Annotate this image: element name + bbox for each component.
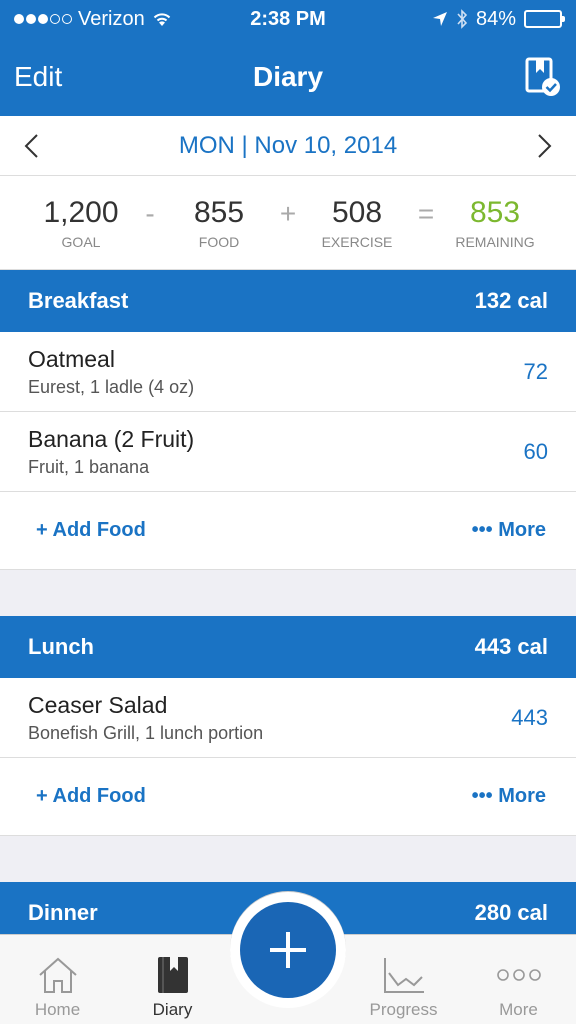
wifi-icon: [153, 13, 170, 26]
tab-more[interactable]: More: [461, 950, 576, 1024]
chevron-right-icon[interactable]: [534, 133, 554, 159]
exercise-value: 508: [331, 195, 383, 229]
food-label: FOOD: [198, 233, 240, 250]
dinner-cal: 280 cal: [474, 900, 548, 925]
breakfast-title: Breakfast: [28, 288, 129, 313]
food-entry[interactable]: Ceaser Salad Bonefish Grill, 1 lunch por…: [0, 678, 576, 758]
goal-value: 1,200: [43, 195, 119, 229]
food-name: Banana (2 Fruit): [28, 425, 195, 452]
edit-button[interactable]: Edit: [14, 61, 62, 93]
more-dots-icon: [496, 969, 541, 981]
remaining-label: REMAINING: [455, 233, 535, 250]
food-detail: Fruit, 1 banana: [28, 456, 150, 477]
tab-home-label: Home: [34, 1000, 81, 1019]
bluetooth-icon: [457, 9, 468, 29]
diary-book-icon: [157, 957, 188, 993]
food-name: Oatmeal: [28, 345, 115, 372]
tab-diary-label: Diary: [152, 1000, 193, 1019]
food-cal: 60: [523, 438, 548, 464]
equals-sign: =: [417, 197, 435, 229]
status-right: 84%: [432, 7, 565, 31]
food-value: 855: [193, 195, 245, 229]
food-entry[interactable]: Oatmeal Eurest, 1 ladle (4 oz) 72: [0, 332, 576, 412]
calorie-summary: 1,200 GOAL - 855 FOOD + 508 EXERCISE = 8…: [0, 176, 576, 270]
food-detail: Eurest, 1 ladle (4 oz): [28, 376, 195, 397]
food-detail: Bonefish Grill, 1 lunch portion: [28, 722, 264, 743]
lunch-header: Lunch 443 cal: [0, 616, 576, 678]
section-gap: [0, 570, 576, 616]
battery-percent: 84%: [475, 7, 516, 30]
breakfast-add-food-button[interactable]: + Add Food: [36, 519, 146, 542]
minus-sign: -: [145, 197, 155, 229]
lunch-add-food-button[interactable]: + Add Food: [36, 785, 146, 808]
date-label[interactable]: MON | Nov 10, 2014: [179, 132, 397, 160]
chevron-left-icon[interactable]: [22, 133, 42, 159]
quick-add-button[interactable]: [240, 902, 336, 998]
location-arrow-icon: [432, 12, 447, 26]
food-cal: 72: [523, 358, 548, 384]
progress-chart-icon: [383, 958, 424, 993]
food-cell: 855 FOOD: [164, 196, 274, 250]
lunch-more-button[interactable]: ••• More: [472, 785, 546, 808]
section-gap: [0, 836, 576, 882]
status-left: Verizon: [14, 8, 173, 31]
exercise-label: EXERCISE: [321, 233, 393, 250]
carrier-label: Verizon: [78, 7, 145, 30]
home-icon: [38, 957, 77, 993]
status-bar: Verizon 2:38 PM 84%: [0, 0, 576, 38]
remaining-value: 853: [469, 195, 521, 229]
plus-sign: +: [279, 197, 297, 229]
breakfast-more-button[interactable]: ••• More: [472, 519, 546, 542]
food-name: Ceaser Salad: [28, 691, 168, 718]
quick-add-wrap: [230, 892, 346, 1008]
plus-icon: [270, 932, 306, 968]
tab-more-label: More: [499, 1000, 538, 1019]
lunch-title: Lunch: [28, 634, 94, 659]
food-cal: 443: [511, 704, 548, 730]
exercise-cell: 508 EXERCISE: [302, 196, 412, 250]
tab-home[interactable]: Home: [0, 950, 115, 1024]
battery-icon: [524, 10, 565, 28]
diary-complete-icon[interactable]: [524, 57, 562, 97]
lunch-actions: + Add Food ••• More: [0, 758, 576, 836]
breakfast-actions: + Add Food ••• More: [0, 492, 576, 570]
lunch-cal: 443 cal: [474, 634, 548, 659]
top-bar: Verizon 2:38 PM 84% Edit Diary: [0, 0, 576, 116]
nav-bar: Edit Diary: [0, 38, 576, 116]
tab-spacer: [230, 1020, 346, 1024]
breakfast-header: Breakfast 132 cal: [0, 270, 576, 332]
goal-cell: 1,200 GOAL: [26, 196, 136, 250]
date-bar: MON | Nov 10, 2014: [0, 116, 576, 176]
tab-progress[interactable]: Progress: [346, 950, 461, 1024]
page-title: Diary: [252, 61, 324, 92]
remaining-cell: 853 REMAINING: [440, 196, 550, 250]
food-entry[interactable]: Banana (2 Fruit) Fruit, 1 banana 60: [0, 412, 576, 492]
dinner-title: Dinner: [28, 900, 98, 925]
goal-label: GOAL: [61, 233, 101, 250]
signal-icon: [14, 14, 72, 24]
tab-diary[interactable]: Diary: [115, 950, 230, 1024]
tab-progress-label: Progress: [369, 1000, 438, 1019]
breakfast-cal: 132 cal: [474, 288, 548, 313]
